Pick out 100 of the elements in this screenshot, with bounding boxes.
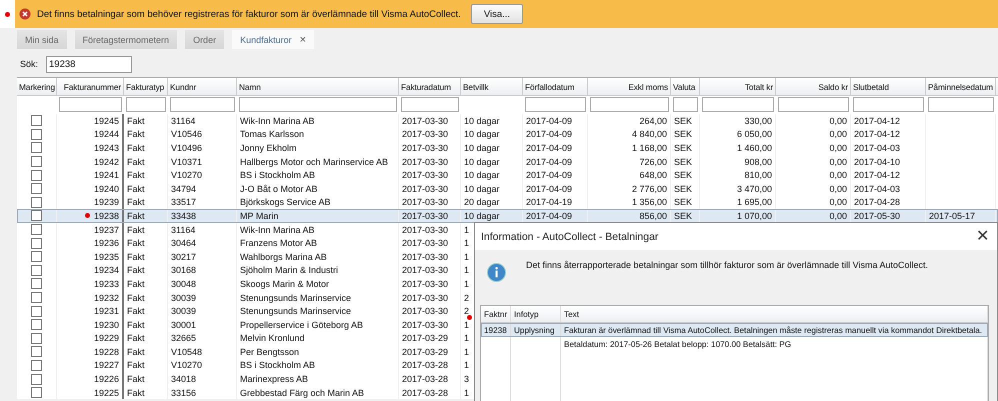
table-cell: Fakt — [127, 374, 145, 384]
filter-field[interactable] — [401, 97, 459, 112]
table-cell: 0,00 — [829, 156, 847, 167]
checkbox[interactable] — [31, 238, 42, 249]
column-header[interactable]: Betvillk — [461, 78, 523, 95]
checkbox[interactable] — [31, 183, 42, 194]
table-cell: MP Marin — [240, 210, 278, 221]
filter-field[interactable] — [525, 97, 586, 112]
table-cell: 19242 — [94, 156, 119, 167]
table-cell: 2017-04-03 — [854, 184, 900, 194]
checkbox[interactable] — [31, 306, 42, 317]
table-cell: 908,00 — [744, 156, 772, 167]
table-cell: 19234 — [94, 265, 119, 276]
checkbox[interactable] — [31, 224, 42, 236]
checkbox[interactable] — [31, 374, 42, 385]
close-icon[interactable]: ✕ — [976, 228, 989, 244]
column-header[interactable]: Faktnr — [481, 306, 511, 322]
tab[interactable]: Företagstermometern — [74, 30, 178, 49]
checkbox[interactable] — [31, 170, 42, 181]
checkbox[interactable] — [31, 251, 42, 262]
column-header[interactable]: Exkl moms — [588, 78, 671, 95]
table-cell: 2017-04-19 — [526, 197, 572, 208]
table-cell: Sjöholm Marin & Industri — [240, 265, 338, 276]
table-cell: 30039 — [171, 306, 196, 316]
table-cell: 10 dagar — [464, 116, 500, 126]
filter-field[interactable] — [673, 97, 698, 112]
filter-field[interactable] — [239, 97, 397, 112]
table-cell: 0,00 — [829, 129, 847, 140]
table-cell: Fakt — [127, 156, 145, 167]
table-cell: 10 dagar — [464, 184, 500, 194]
filter-field[interactable] — [778, 97, 849, 112]
filter-field[interactable] — [590, 97, 669, 112]
column-header[interactable]: Fakturatyp — [124, 78, 168, 95]
checkbox[interactable] — [31, 346, 42, 358]
checkbox[interactable] — [31, 332, 42, 344]
filter-field[interactable] — [170, 97, 235, 112]
table-cell: 2017-03-30 — [402, 129, 448, 140]
table-cell: 1 168,00 — [632, 142, 667, 153]
column-header[interactable]: Kundnr — [168, 78, 237, 95]
close-icon[interactable]: × — [300, 34, 306, 46]
table-cell: 0,00 — [829, 142, 847, 153]
column-header[interactable]: Fakturadatum — [399, 78, 461, 95]
table-cell: Fakt — [127, 320, 145, 330]
table-cell: Fakt — [127, 252, 145, 262]
column-header[interactable]: Text — [561, 306, 988, 322]
table-cell: 30039 — [171, 292, 196, 303]
table-cell: 19229 — [94, 333, 119, 344]
checkbox[interactable] — [31, 210, 42, 222]
table-cell: Fakt — [127, 210, 145, 221]
column-header[interactable]: Infotyp — [511, 306, 561, 322]
table-cell: 10 dagar — [464, 129, 500, 140]
checkbox[interactable] — [31, 142, 42, 154]
table-cell: 4 840,00 — [632, 129, 667, 140]
table-cell: 2 776,00 — [632, 184, 667, 194]
checkbox[interactable] — [31, 292, 42, 304]
column-header[interactable]: Namn — [237, 78, 399, 95]
filter-field[interactable] — [702, 97, 774, 112]
column-header[interactable]: Påminnelsedatum — [926, 78, 996, 95]
checkbox[interactable] — [31, 115, 42, 126]
table-cell: 19236 — [94, 238, 119, 248]
table-cell: SEK — [674, 156, 692, 167]
table-cell: 1 — [464, 320, 470, 330]
table-cell: V10270 — [171, 360, 202, 370]
filter-field[interactable] — [928, 97, 994, 112]
table-cell: 19241 — [94, 170, 119, 180]
tab[interactable]: Order — [185, 30, 224, 49]
table-cell: 19235 — [94, 252, 119, 262]
show-button[interactable]: Visa... — [470, 4, 524, 24]
filter-field[interactable] — [853, 97, 924, 112]
notification-message: Det finns betalningar som behöver registreras för fakturor som är överlämnade till Visma AutoCollect. — [37, 8, 461, 20]
column-header[interactable]: Fakturanummer — [57, 78, 124, 95]
checkbox[interactable] — [31, 278, 42, 290]
table-cell: 32665 — [171, 333, 196, 344]
column-header[interactable]: Förfallodatum — [523, 78, 588, 95]
table-cell: 1 460,00 — [736, 142, 772, 153]
filter-field[interactable] — [126, 97, 166, 112]
tab[interactable]: Min sida — [17, 30, 67, 49]
table-cell: Franzens Motor AB — [240, 238, 318, 248]
column-header[interactable]: Totalt kr — [700, 78, 776, 95]
checkbox[interactable] — [31, 319, 42, 330]
table-cell: Fakturan är överlämnad till Visma AutoCollect. Betalningen måste registreras manuellt via kommandot Direktbetala. — [564, 326, 982, 334]
checkbox[interactable] — [31, 128, 42, 140]
column-header[interactable]: Saldo kr — [776, 78, 851, 95]
table-cell: Skoogs Marin & Motor — [240, 278, 330, 289]
filter-field[interactable] — [59, 97, 122, 112]
checkbox[interactable] — [31, 360, 42, 371]
table-cell: 2017-04-28 — [854, 197, 900, 208]
table-cell: 19231 — [94, 306, 119, 316]
column-header[interactable]: Slutbetald — [851, 78, 926, 95]
checkbox[interactable] — [31, 156, 42, 168]
checkbox[interactable] — [31, 264, 42, 276]
checkbox[interactable] — [31, 196, 42, 208]
search-field[interactable]: 19238 — [46, 56, 132, 72]
tab[interactable]: Kundfakturor × — [232, 30, 314, 49]
table-cell: 30001 — [171, 320, 196, 330]
table-cell: V10371 — [171, 156, 202, 167]
column-header[interactable]: Valuta — [671, 78, 700, 95]
column-header[interactable]: Markering — [17, 78, 57, 95]
checkbox[interactable] — [31, 387, 42, 398]
table-cell: Fakt — [127, 142, 145, 153]
